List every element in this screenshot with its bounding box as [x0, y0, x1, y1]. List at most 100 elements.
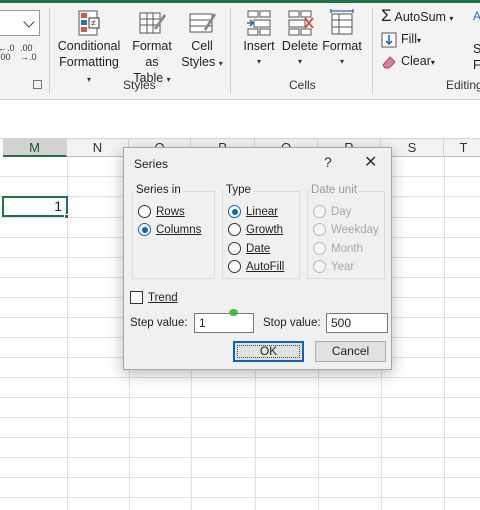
- series-in-label: Series in: [134, 184, 183, 196]
- radio-month: Month: [313, 241, 363, 257]
- delete-button[interactable]: Delete ▾: [280, 8, 320, 70]
- cell-styles-label-1: Cell: [191, 39, 213, 53]
- active-cell-m[interactable]: 1: [2, 196, 68, 217]
- radio-linear-indicator[interactable]: [228, 205, 241, 218]
- format-as-table-icon: [137, 8, 167, 38]
- radio-columns-label: Columns: [156, 224, 202, 236]
- format-as-table-label-1: Format as: [132, 39, 172, 69]
- conditional-formatting-button[interactable]: ≠ Conditional Formatting ▾: [56, 8, 122, 88]
- clear-label: Clear: [401, 54, 431, 68]
- radio-date-indicator[interactable]: [228, 242, 241, 255]
- ribbon-separator: [372, 8, 373, 94]
- radio-growth[interactable]: Growth: [228, 222, 283, 238]
- mouse-cursor-highlight: [229, 309, 238, 316]
- editing-group-label: Editing: [446, 78, 480, 92]
- trend-checkbox-box[interactable]: [130, 291, 143, 304]
- ribbon: ←.0.00 .00→.0 ≠ Conditional Formatting ▾: [0, 0, 480, 100]
- column-header-t[interactable]: T: [444, 139, 480, 157]
- radio-date[interactable]: Date: [228, 241, 270, 257]
- chevron-down-icon: ▾: [297, 57, 302, 66]
- clear-button[interactable]: Clear▾: [381, 52, 435, 70]
- radio-weekday-indicator: [313, 223, 326, 236]
- fill-label: Fill: [401, 32, 417, 46]
- cell-styles-label-2: Styles: [181, 55, 216, 69]
- radio-rows-indicator[interactable]: [138, 205, 151, 218]
- ok-button[interactable]: OK: [233, 341, 304, 362]
- radio-day: Day: [313, 204, 351, 220]
- number-dialog-launcher-icon[interactable]: [33, 80, 42, 89]
- styles-group-label: Styles: [123, 78, 156, 92]
- trend-checkbox[interactable]: Trend: [130, 290, 178, 306]
- radio-columns[interactable]: Columns: [138, 222, 201, 238]
- radio-year-indicator: [313, 260, 326, 273]
- cell-styles-button[interactable]: Cell Styles ▾: [180, 8, 224, 72]
- autosum-label: AutoSum: [394, 10, 446, 24]
- chevron-down-icon: ▾: [339, 57, 344, 66]
- radio-year-label: Year: [331, 261, 355, 273]
- formula-bar-area[interactable]: [0, 101, 480, 139]
- gridline: [0, 417, 480, 418]
- sigma-icon: Σ: [381, 6, 392, 25]
- fill-down-icon: [381, 32, 397, 48]
- conditional-formatting-icon: ≠: [74, 8, 104, 38]
- gridline: [0, 397, 480, 398]
- font-size-dropdown[interactable]: [0, 10, 40, 36]
- radio-growth-label: Growth: [246, 224, 284, 236]
- gridline: [0, 477, 480, 478]
- radio-autofill-indicator[interactable]: [228, 260, 241, 273]
- format-as-table-button[interactable]: Format as Table ▾: [124, 8, 180, 88]
- help-button[interactable]: ?: [324, 154, 332, 170]
- decrease-decimal-icon[interactable]: .00 →.0: [20, 44, 37, 62]
- eraser-icon: [381, 54, 397, 70]
- conditional-formatting-label-2: Formatting: [59, 55, 119, 69]
- radio-linear[interactable]: Linear: [228, 204, 278, 220]
- radio-rows-label: Rows: [156, 206, 185, 218]
- chevron-down-icon: ▾: [218, 59, 223, 68]
- radio-autofill[interactable]: AutoFill: [228, 259, 284, 275]
- cancel-button[interactable]: Cancel: [315, 341, 386, 362]
- date-unit-label: Date unit: [309, 184, 360, 196]
- radio-columns-indicator[interactable]: [138, 223, 151, 236]
- gridline: [0, 497, 480, 498]
- insert-cells-icon: [244, 8, 274, 38]
- format-button[interactable]: Format ▾: [320, 8, 364, 70]
- radio-growth-indicator[interactable]: [228, 223, 241, 236]
- stop-value-input[interactable]: 500: [326, 313, 388, 333]
- insert-button[interactable]: Insert ▾: [238, 8, 280, 70]
- radio-rows[interactable]: Rows: [138, 204, 185, 220]
- radio-autofill-label: AutoFill: [246, 261, 285, 273]
- radio-day-label: Day: [331, 206, 352, 218]
- close-icon[interactable]: ✕: [364, 152, 377, 172]
- dialog-title: Series: [134, 157, 169, 171]
- column-header-m[interactable]: M: [3, 139, 67, 157]
- sort-filter-icon[interactable]: A: [471, 8, 480, 38]
- type-label: Type: [224, 184, 253, 196]
- cell-styles-icon: [187, 8, 217, 38]
- chevron-down-icon: ▾: [449, 14, 454, 23]
- radio-linear-label: Linear: [246, 206, 278, 218]
- fill-handle[interactable]: [64, 214, 69, 219]
- delete-label: Delete: [281, 39, 319, 53]
- radio-weekday-label: Weekday: [331, 224, 379, 236]
- autosum-button[interactable]: Σ AutoSum ▾: [381, 7, 453, 25]
- ribbon-accent-line: [0, 0, 480, 3]
- step-value-input[interactable]: 1: [194, 313, 254, 333]
- increase-decimal-icon[interactable]: ←.0.00: [0, 44, 15, 62]
- radio-day-indicator: [313, 205, 326, 218]
- stop-value-label: Stop value:: [263, 317, 321, 329]
- conditional-formatting-label-1: Conditional: [57, 39, 121, 53]
- radio-date-label: Date: [246, 243, 271, 255]
- chevron-down-icon: ▾: [166, 75, 171, 84]
- format-cells-icon: [327, 8, 357, 38]
- ribbon-separator: [230, 8, 231, 94]
- chevron-down-icon: ▾: [86, 75, 91, 84]
- format-label: Format: [322, 39, 362, 53]
- fill-button[interactable]: Fill▾: [381, 30, 421, 48]
- column-header-n[interactable]: N: [67, 139, 129, 157]
- radio-month-label: Month: [331, 243, 363, 255]
- insert-label: Insert: [243, 39, 275, 53]
- delete-cells-icon: [285, 8, 315, 38]
- svg-text:A: A: [473, 9, 480, 23]
- chevron-down-icon: [23, 16, 35, 28]
- svg-text:≠: ≠: [91, 18, 96, 28]
